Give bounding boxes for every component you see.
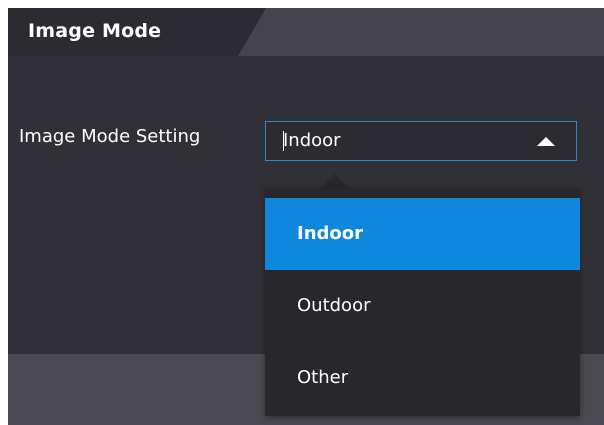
title-bar: Image Mode xyxy=(8,8,604,56)
triangle-up-icon[interactable] xyxy=(537,137,555,146)
dropdown-option-indoor[interactable]: Indoor xyxy=(265,198,580,270)
image-mode-setting-label: Image Mode Setting xyxy=(19,126,201,147)
dropdown-option-outdoor[interactable]: Outdoor xyxy=(265,270,580,342)
panel-title: Image Mode xyxy=(28,20,162,42)
image-mode-panel: Image Mode Image Mode Setting Indoor Ind… xyxy=(8,8,604,425)
dropdown-option-other[interactable]: Other xyxy=(265,342,580,414)
dropdown-pointer xyxy=(321,174,349,188)
image-mode-select[interactable]: Indoor xyxy=(265,121,577,161)
image-mode-dropdown: Indoor Outdoor Other xyxy=(265,188,580,416)
image-mode-selected-value: Indoor xyxy=(283,130,341,151)
